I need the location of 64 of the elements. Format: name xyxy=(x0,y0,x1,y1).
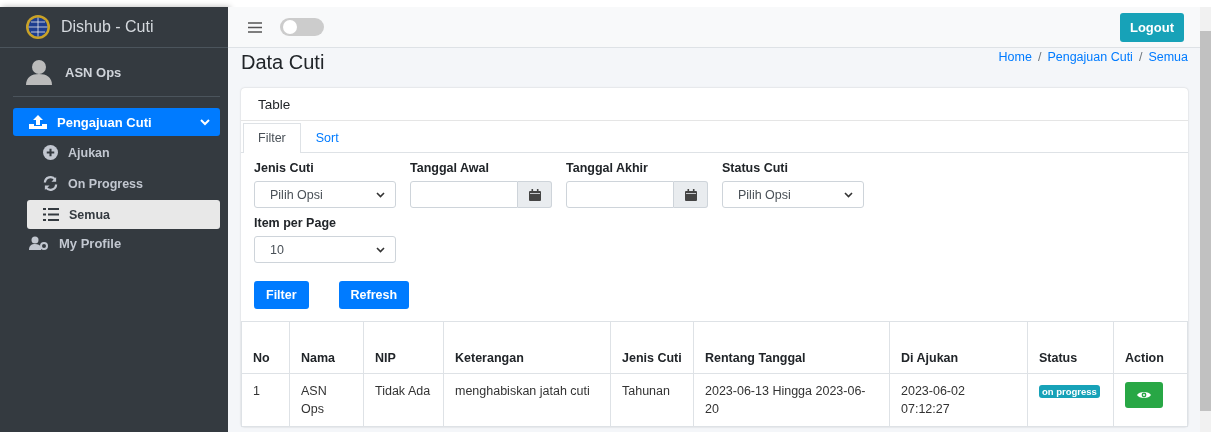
table-cell: 2023-06-13 Hingga 2023-06-20 xyxy=(693,373,890,427)
table-cell: 2023-06-02 07:12:27 xyxy=(889,373,1028,427)
breadcrumb-link[interactable]: Home xyxy=(998,50,1032,64)
column-header: Di Ajukan xyxy=(889,321,1028,374)
calendar-button[interactable] xyxy=(518,181,552,208)
field-label: Tanggal Akhir xyxy=(566,161,649,175)
nav-subitem[interactable]: Ajukan xyxy=(27,138,220,167)
select-field[interactable]: 10 xyxy=(254,236,396,263)
nav-item[interactable]: Pengajuan Cuti xyxy=(13,108,220,136)
user-name: ASN Ops xyxy=(65,64,122,80)
tab[interactable]: Filter xyxy=(243,123,301,153)
calendar-icon xyxy=(684,188,697,201)
plus-circle-icon xyxy=(43,145,58,160)
date-input-field[interactable] xyxy=(410,181,518,208)
breadcrumb-link[interactable]: Semua xyxy=(1148,50,1188,64)
nav-subitem[interactable]: On Progress xyxy=(27,169,220,198)
column-header: Jenis Cuti xyxy=(610,321,694,374)
scrollbar[interactable] xyxy=(1200,7,1211,432)
chevron-down-icon xyxy=(376,246,385,253)
calendar-button[interactable] xyxy=(674,181,708,208)
calendar-icon xyxy=(528,188,541,201)
column-header: Nama xyxy=(289,321,364,374)
column-header: No xyxy=(241,321,290,374)
page-title: Data Cuti xyxy=(241,50,325,75)
date-input-field[interactable] xyxy=(566,181,674,208)
user-avatar-icon xyxy=(25,58,53,86)
status-badge: on progress xyxy=(1039,385,1100,398)
select-field[interactable]: Pilih Opsi xyxy=(722,181,864,208)
field-label: Jenis Cuti xyxy=(254,161,315,175)
field-label: Status Cuti xyxy=(722,161,789,175)
menu-icon[interactable] xyxy=(248,21,262,33)
breadcrumb-link[interactable]: Pengajuan Cuti xyxy=(1047,50,1133,64)
eye-icon xyxy=(1137,390,1151,400)
nav-item[interactable]: My Profile xyxy=(13,229,220,257)
table-cell: ASN Ops xyxy=(289,373,364,427)
upload-icon xyxy=(29,115,47,129)
table-cell: Tidak Ada xyxy=(363,373,444,427)
filter-button[interactable]: Filter xyxy=(254,281,309,309)
tab[interactable]: Sort xyxy=(300,123,354,152)
toggle-switch[interactable] xyxy=(280,18,324,36)
column-header: Action xyxy=(1113,321,1188,374)
table-cell: Tahunan xyxy=(610,373,694,427)
field-label: Item per Page xyxy=(254,216,337,230)
column-header: Keterangan xyxy=(443,321,611,374)
column-header: Status xyxy=(1027,321,1114,374)
breadcrumb-separator: / xyxy=(1037,50,1042,64)
globe-logo-icon xyxy=(25,14,51,40)
select-field[interactable]: Pilih Opsi xyxy=(254,181,396,208)
sync-icon xyxy=(43,176,58,191)
table-cell: menghabiskan jatah cuti xyxy=(443,373,611,427)
chevron-down-icon xyxy=(376,191,385,198)
table-cell: 1 xyxy=(241,373,290,427)
list-icon xyxy=(43,208,59,221)
breadcrumb-separator: / xyxy=(1138,50,1143,64)
app-title: Dishub - Cuti xyxy=(61,18,154,36)
view-button[interactable] xyxy=(1125,382,1163,408)
field-label: Tanggal Awal xyxy=(410,161,490,175)
refresh-button[interactable]: Refresh xyxy=(338,281,410,309)
user-gear-icon xyxy=(29,236,49,250)
card-title: Table xyxy=(258,96,291,112)
nav-subitem[interactable]: Semua xyxy=(27,200,220,229)
column-header: NIP xyxy=(363,321,444,374)
column-header: Rentang Tanggal xyxy=(693,321,890,374)
chevron-down-icon xyxy=(844,191,853,198)
